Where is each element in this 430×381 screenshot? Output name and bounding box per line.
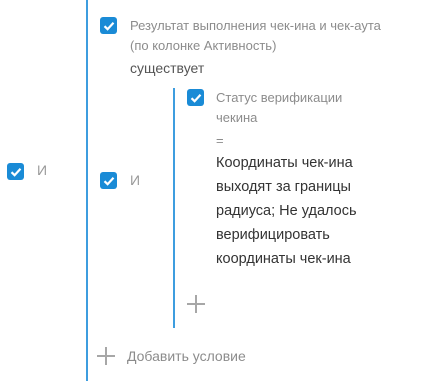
nested-condition-column[interactable]: Статус верификации чекина xyxy=(216,88,342,128)
condition-1-comparison[interactable]: существует xyxy=(130,56,204,80)
value-line-3: радиуса; Не удалось xyxy=(216,203,357,219)
nested-condition-line-2: чекина xyxy=(216,110,258,125)
root-group-line xyxy=(86,0,88,381)
add-condition-plus-icon[interactable] xyxy=(97,347,115,365)
check-icon xyxy=(103,176,114,186)
condition-1-column[interactable]: Результат выполнения чек-ина и чек-аута … xyxy=(130,16,381,56)
nested-condition-value[interactable]: Координаты чек-ина выходят за границы ра… xyxy=(216,151,357,271)
condition-1-line-1: Результат выполнения чек-ина и чек-аута xyxy=(130,18,381,33)
nested-group-checkbox[interactable] xyxy=(100,172,117,189)
root-group-operator[interactable]: И xyxy=(37,162,47,178)
nested-group-line xyxy=(173,88,175,328)
nested-add-condition-plus-icon[interactable] xyxy=(187,295,205,313)
root-group-checkbox[interactable] xyxy=(7,163,24,180)
condition-1-checkbox[interactable] xyxy=(100,17,117,34)
value-line-1: Координаты чек-ина xyxy=(216,155,353,171)
check-icon xyxy=(190,93,201,103)
check-icon xyxy=(103,21,114,31)
nested-group-operator[interactable]: И xyxy=(130,172,140,188)
nested-condition-comparison[interactable]: = xyxy=(216,131,224,151)
value-line-5: координаты чек-ина xyxy=(216,251,351,267)
add-condition-button[interactable]: Добавить условие xyxy=(127,348,246,364)
condition-1-line-2: (по колонке Активность) xyxy=(130,38,277,53)
nested-condition-checkbox[interactable] xyxy=(187,89,204,106)
value-line-2: выходят за границы xyxy=(216,179,351,195)
value-line-4: верифицировать xyxy=(216,227,330,243)
nested-condition-line-1: Статус верификации xyxy=(216,90,343,105)
check-icon xyxy=(10,167,21,177)
